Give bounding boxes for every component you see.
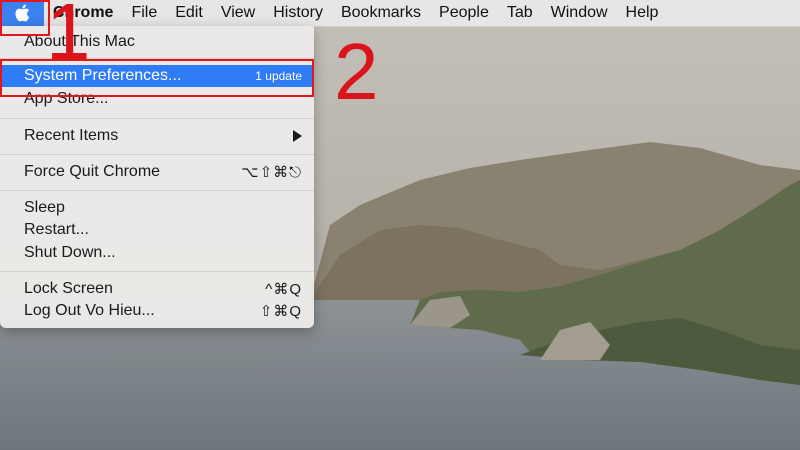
menu-item-label: Log Out Vo Hieu... bbox=[24, 302, 155, 319]
menu-item-sleep[interactable]: Sleep bbox=[0, 197, 314, 219]
force-quit-shortcut: ⌥⇧⌘⎋ bbox=[241, 164, 302, 181]
annotation-box-apple bbox=[0, 0, 50, 36]
menu-item-recent-items[interactable]: Recent Items bbox=[0, 125, 314, 147]
menu-bookmarks[interactable]: Bookmarks bbox=[332, 0, 430, 26]
menu-tab[interactable]: Tab bbox=[498, 0, 542, 26]
menu-separator bbox=[0, 154, 314, 155]
log-out-shortcut: ⇧⌘Q bbox=[259, 303, 302, 320]
menu-edit[interactable]: Edit bbox=[166, 0, 212, 26]
menu-item-label: Shut Down... bbox=[24, 244, 116, 261]
menu-people[interactable]: People bbox=[430, 0, 498, 26]
menu-item-lock-screen[interactable]: Lock Screen ^⌘Q bbox=[0, 278, 314, 300]
menu-bar: Chrome File Edit View History Bookmarks … bbox=[0, 0, 800, 27]
menu-item-restart[interactable]: Restart... bbox=[0, 219, 314, 241]
menu-item-label: Force Quit Chrome bbox=[24, 163, 161, 180]
submenu-arrow-icon bbox=[293, 130, 302, 142]
menu-view[interactable]: View bbox=[212, 0, 264, 26]
menu-separator bbox=[0, 118, 314, 119]
menu-window[interactable]: Window bbox=[542, 0, 617, 26]
lock-screen-shortcut: ^⌘Q bbox=[265, 281, 302, 298]
menu-item-force-quit[interactable]: Force Quit Chrome ⌥⇧⌘⎋ bbox=[0, 161, 314, 183]
menu-file[interactable]: File bbox=[122, 0, 166, 26]
menu-separator bbox=[0, 271, 314, 272]
menu-history[interactable]: History bbox=[264, 0, 332, 26]
menu-item-shut-down[interactable]: Shut Down... bbox=[0, 242, 314, 264]
menu-item-label: Recent Items bbox=[24, 127, 119, 144]
menu-item-label: Lock Screen bbox=[24, 280, 113, 297]
menu-item-log-out[interactable]: Log Out Vo Hieu... ⇧⌘Q bbox=[0, 300, 314, 322]
menu-item-label: Sleep bbox=[24, 199, 65, 216]
menu-separator bbox=[0, 190, 314, 191]
menu-item-label: Restart... bbox=[24, 221, 89, 238]
annotation-box-system-preferences bbox=[0, 59, 314, 97]
annotation-step-2: 2 bbox=[334, 27, 379, 116]
menu-help[interactable]: Help bbox=[617, 0, 668, 26]
